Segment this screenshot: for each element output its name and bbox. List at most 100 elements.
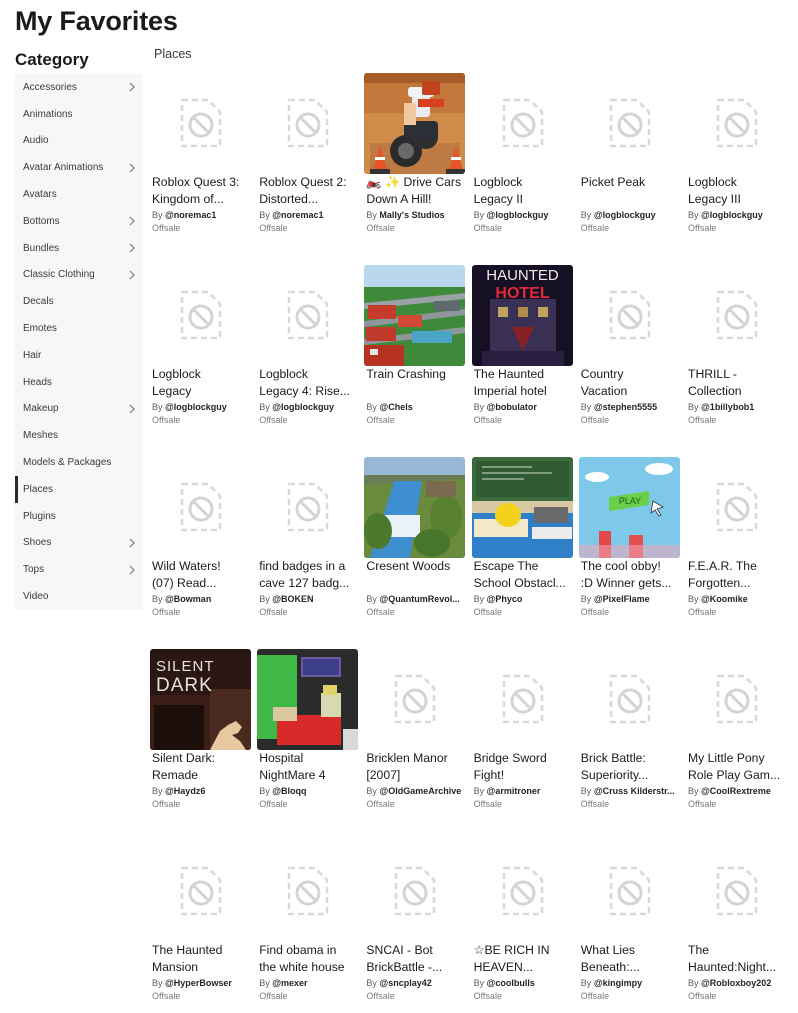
place-card[interactable]: The Haunted:Night... By @Robloxboy202 Offsa… <box>686 841 788 1013</box>
sidebar-item-shoes[interactable]: Shoes <box>15 530 143 557</box>
sidebar-item-tops[interactable]: Tops <box>15 556 143 583</box>
place-title[interactable]: Cresent Woods <box>366 558 468 592</box>
place-card[interactable]: Logblock Legacy III By @logblockguy Offsale <box>686 73 788 259</box>
creator-link[interactable]: @logblockguy <box>701 210 763 220</box>
thumbnail-placeholder[interactable] <box>257 265 358 366</box>
creator-link[interactable]: @OldGameArchive <box>379 786 461 796</box>
place-title[interactable]: The Haunted:Night... <box>688 942 790 976</box>
sidebar-item-video[interactable]: Video <box>15 583 143 610</box>
creator-link[interactable]: @BOKEN <box>272 594 313 604</box>
place-card[interactable]: 🏍️ ✨ Drive Cars Down A Hill! By Mally's St… <box>364 73 466 259</box>
sidebar-item-animations[interactable]: Animations <box>15 101 143 128</box>
place-card[interactable]: HAUNTED HOTEL The Haunted Imperial hotel By… <box>471 265 576 451</box>
creator-link[interactable]: @Chels <box>379 402 412 412</box>
thumbnail-placeholder[interactable] <box>364 841 465 942</box>
place-title[interactable]: The cool obby!:D Winner gets... <box>581 558 683 592</box>
creator-link[interactable]: @bobulator <box>487 402 537 412</box>
sidebar-item-hair[interactable]: Hair <box>15 342 143 369</box>
creator-link[interactable]: @logblockguy <box>272 402 334 412</box>
place-card[interactable]: Hospital NightMare 4 By @Bloqq Offsale <box>257 649 359 835</box>
place-title[interactable]: Country Vacation <box>581 366 683 400</box>
thumbnail-placeholder[interactable] <box>579 841 680 942</box>
creator-link[interactable]: @Bloqq <box>272 786 306 796</box>
sidebar-item-makeup[interactable]: Makeup <box>15 396 143 423</box>
creator-link[interactable]: @QuantumRevol... <box>379 594 459 604</box>
place-title[interactable]: Find obama in the white house <box>259 942 361 976</box>
place-title[interactable]: Wild Waters! (07) Read... <box>152 558 254 592</box>
thumbnail-placeholder[interactable] <box>579 73 680 174</box>
place-card[interactable]: What Lies Beneath:... By @kingimpy Offsale <box>579 841 681 1013</box>
creator-link[interactable]: @Cruss Kilderstr... <box>594 786 675 796</box>
thumbnail-placeholder[interactable] <box>472 73 573 174</box>
place-title[interactable]: Picket Peak <box>581 174 683 208</box>
sidebar-item-plugins[interactable]: Plugins <box>15 503 143 530</box>
place-title[interactable]: THRILL - Collection <box>688 366 790 400</box>
place-title[interactable]: My Little Pony Role Play Gam... <box>688 750 790 784</box>
place-card[interactable]: PLAY The cool obby!:D Winner gets... By @… <box>578 457 683 643</box>
place-title[interactable]: Escape The School Obstacl... <box>474 558 576 592</box>
thumbnail-placeholder[interactable] <box>257 841 358 942</box>
sidebar-item-avatars[interactable]: Avatars <box>15 181 143 208</box>
thumbnail-placeholder[interactable] <box>364 649 465 750</box>
place-card[interactable]: THRILL - Collection By @1billybob1 Offsale <box>686 265 788 451</box>
place-thumbnail[interactable]: HAUNTED HOTEL <box>471 265 573 366</box>
place-card[interactable]: The Haunted Mansion By @HyperBowser Offsale <box>150 841 252 1013</box>
place-title[interactable]: Logblock Legacy 4: Rise... <box>259 366 361 400</box>
sidebar-item-avatar-animations[interactable]: Avatar Animations <box>15 154 143 181</box>
place-card[interactable]: Logblock Legacy 4: Rise... By @logblockguy… <box>257 265 359 451</box>
sidebar-item-decals[interactable]: Decals <box>15 288 143 315</box>
creator-link[interactable]: @PixelFlame <box>594 594 650 604</box>
creator-link[interactable]: @noremac1 <box>272 210 323 220</box>
thumbnail-placeholder[interactable] <box>686 265 787 366</box>
thumbnail-placeholder[interactable] <box>257 457 358 558</box>
place-title[interactable]: ☆BE RICH IN HEAVEN... <box>474 942 576 976</box>
thumbnail-placeholder[interactable] <box>579 649 680 750</box>
creator-link[interactable]: @coolbulls <box>487 978 535 988</box>
place-title[interactable]: Brick Battle: Superiority... <box>581 750 683 784</box>
thumbnail-placeholder[interactable] <box>686 841 787 942</box>
place-title[interactable]: Logblock Legacy III <box>688 174 790 208</box>
place-title[interactable]: 🏍️ ✨ Drive Cars Down A Hill! <box>366 174 468 208</box>
thumbnail-placeholder[interactable] <box>150 73 251 174</box>
place-card[interactable]: Escape The School Obstacl... By @Phyco Offs… <box>471 457 576 643</box>
place-card[interactable]: My Little Pony Role Play Gam... By @CoolRe… <box>686 649 788 835</box>
creator-link[interactable]: Mally's Studios <box>379 210 444 220</box>
creator-link[interactable]: @kingimpy <box>594 978 642 988</box>
place-card[interactable]: Bricklen Manor [2007] By @OldGameArchive Of… <box>364 649 466 835</box>
creator-link[interactable]: @stephen5555 <box>594 402 657 412</box>
place-title[interactable]: The Haunted Imperial hotel <box>474 366 576 400</box>
sidebar-item-classic-clothing[interactable]: Classic Clothing <box>15 262 143 289</box>
place-title[interactable]: Train Crashing <box>366 366 468 400</box>
creator-link[interactable]: @sncplay42 <box>379 978 431 988</box>
place-title[interactable]: F.E.A.R. The Forgotten... <box>688 558 790 592</box>
place-thumbnail[interactable] <box>364 457 466 558</box>
thumbnail-placeholder[interactable] <box>257 73 358 174</box>
sidebar-item-heads[interactable]: Heads <box>15 369 143 396</box>
thumbnail-placeholder[interactable] <box>472 841 573 942</box>
thumbnail-placeholder[interactable] <box>150 265 251 366</box>
creator-link[interactable]: @armitroner <box>487 786 541 796</box>
sidebar-item-places[interactable]: Places <box>15 475 143 503</box>
place-card[interactable]: Country Vacation By @stephen5555 Offsale <box>579 265 681 451</box>
place-title[interactable]: The Haunted Mansion <box>152 942 254 976</box>
creator-link[interactable]: @logblockguy <box>594 210 656 220</box>
place-title[interactable]: Bridge Sword Fight! <box>474 750 576 784</box>
place-card[interactable]: Cresent Woods By @QuantumRevol... Offsale <box>364 457 466 643</box>
sidebar-item-meshes[interactable]: Meshes <box>15 422 143 449</box>
place-thumbnail[interactable] <box>257 649 359 750</box>
place-thumbnail[interactable]: PLAY <box>578 457 680 558</box>
place-card[interactable]: Roblox Quest 2: Distorted... By @noremac1 O… <box>257 73 359 259</box>
place-card[interactable]: Bridge Sword Fight! By @armitroner Offsale <box>472 649 574 835</box>
sidebar-item-models-packages[interactable]: Models & Packages <box>15 449 143 476</box>
sidebar-item-audio[interactable]: Audio <box>15 128 143 155</box>
place-card[interactable]: SNCAI - Bot BrickBattle -... By @sncplay42… <box>364 841 466 1013</box>
creator-link[interactable]: @Bowman <box>165 594 211 604</box>
place-title[interactable]: Logblock Legacy II <box>474 174 576 208</box>
creator-link[interactable]: @HyperBowser <box>165 978 232 988</box>
place-card[interactable]: Logblock Legacy By @logblockguy Offsale <box>150 265 252 451</box>
place-card[interactable]: Train Crashing By @Chels Offsale <box>364 265 466 451</box>
place-title[interactable]: Bricklen Manor [2007] <box>366 750 468 784</box>
place-card[interactable]: ☆BE RICH IN HEAVEN... By @coolbulls Offsale <box>472 841 574 1013</box>
place-title[interactable]: Silent Dark: Remade <box>152 750 254 784</box>
sidebar-item-emotes[interactable]: Emotes <box>15 315 143 342</box>
